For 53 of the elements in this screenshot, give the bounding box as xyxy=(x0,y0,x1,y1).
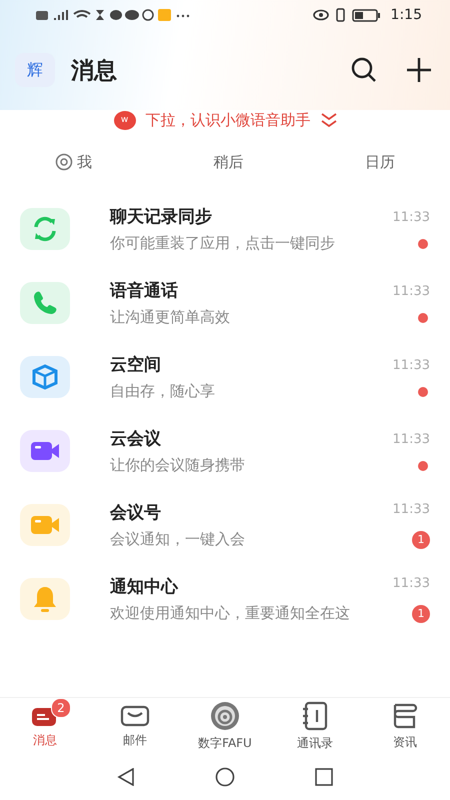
message-time: 11:33 xyxy=(392,284,430,298)
filter-tab[interactable]: 我 xyxy=(55,152,92,172)
add-icon[interactable] xyxy=(406,57,432,83)
message-time: 11:33 xyxy=(392,576,430,590)
message-time: 11:33 xyxy=(392,432,430,446)
message-preview: 欢迎使用通知中心，重要通知全在这 xyxy=(110,604,351,623)
home-icon[interactable] xyxy=(215,767,235,787)
pull-hint[interactable]: 下拉，认识小微语音助手 xyxy=(146,110,310,130)
message-preview: 你可能重装了应用，点击一键同步 xyxy=(110,234,336,253)
news-icon xyxy=(391,702,419,730)
message-title: 云空间 xyxy=(110,354,162,376)
avatar[interactable]: 辉 xyxy=(15,53,55,87)
address-book-icon xyxy=(302,700,328,730)
badge-count: 2 xyxy=(51,698,71,718)
phone-icon xyxy=(31,289,59,317)
video-camera-icon xyxy=(30,514,60,536)
message-time: 11:33 xyxy=(392,210,430,224)
message-preview: 自由存，随心享 xyxy=(110,382,216,401)
unread-dot xyxy=(418,312,428,322)
seal-icon xyxy=(210,700,240,730)
video-camera-icon xyxy=(30,440,60,462)
unread-dot xyxy=(418,386,428,396)
at-icon xyxy=(55,153,73,171)
search-icon[interactable] xyxy=(350,56,378,84)
message-preview: 会议通知，一键入会 xyxy=(110,530,246,549)
mail-icon xyxy=(120,704,150,728)
message-title: 云会议 xyxy=(110,428,162,450)
message-title: 会议号 xyxy=(110,502,162,524)
nav-tab[interactable]: 邮件 xyxy=(95,704,175,748)
unread-dot xyxy=(418,460,428,470)
unread-count: 1 xyxy=(412,530,430,548)
message-time: 11:33 xyxy=(392,502,430,516)
nav-tab[interactable]: 资讯 xyxy=(365,702,445,750)
recents-icon[interactable] xyxy=(315,768,333,786)
message-title: 语音通话 xyxy=(110,280,179,302)
back-icon[interactable] xyxy=(117,768,135,786)
message-preview: 让你的会议随身携带 xyxy=(110,456,246,475)
message-title: 聊天记录同步 xyxy=(110,206,213,228)
bell-icon xyxy=(32,585,58,613)
filter-tab[interactable]: 稍后 xyxy=(214,152,244,172)
cube-icon xyxy=(31,363,59,391)
filter-tab[interactable]: 日历 xyxy=(365,152,395,172)
message-time: 11:33 xyxy=(392,358,430,372)
unread-count: 1 xyxy=(412,604,430,622)
nav-tab[interactable]: 数字FAFU xyxy=(185,700,265,752)
double-chevron-icon[interactable] xyxy=(320,112,336,128)
message-preview: 让沟通更简单高效 xyxy=(110,308,231,327)
unread-dot xyxy=(418,238,428,248)
assistant-logo: w xyxy=(114,110,136,130)
message-title: 通知中心 xyxy=(110,576,180,598)
nav-tab[interactable]: 通讯录 xyxy=(275,700,355,752)
clock-time: 1:15 xyxy=(390,7,422,23)
page-title: 消息 xyxy=(71,56,118,86)
